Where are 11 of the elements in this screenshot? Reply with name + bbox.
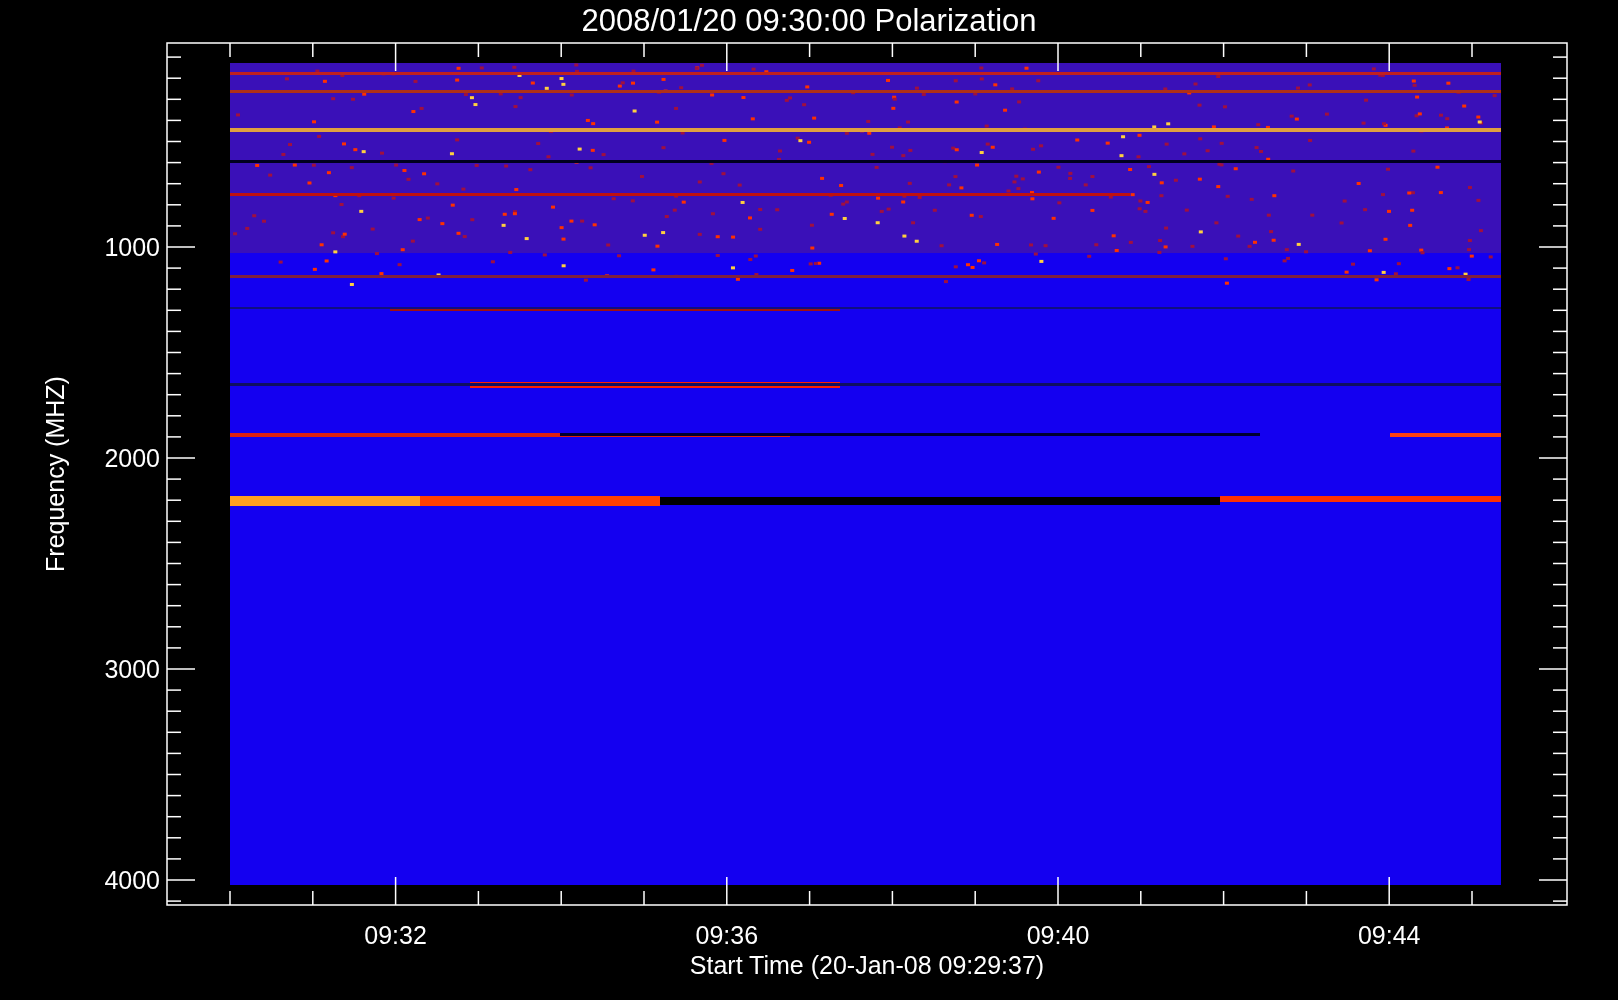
- chart-title: 2008/01/20 09:30:00 Polarization: [581, 3, 1037, 38]
- x-tick-label: 09:32: [364, 921, 427, 949]
- y-tick-label: 2000: [104, 444, 160, 472]
- y-tick-label: 4000: [104, 866, 160, 894]
- y-tick-label: 3000: [104, 655, 160, 683]
- x-axis-label: Start Time (20-Jan-08 09:29:37): [689, 951, 1045, 979]
- x-tick-label: 09:44: [1357, 921, 1421, 949]
- y-tick-label: 1000: [104, 233, 160, 261]
- x-tick-label: 09:40: [1026, 921, 1090, 949]
- y-axis-label: Frequency (MHZ): [41, 376, 69, 572]
- x-tick-label: 09:36: [695, 921, 759, 949]
